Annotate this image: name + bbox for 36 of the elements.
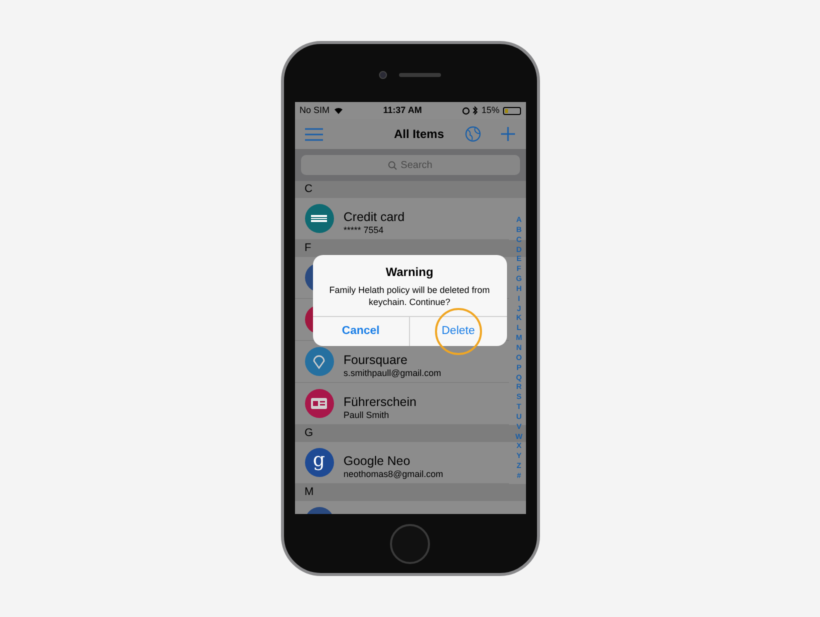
dialog-button[interactable]: Delete [434,308,482,355]
section-letter: M [304,485,314,500]
rotation-lock-icon [462,106,470,114]
wifi-icon [334,107,343,114]
dialog-message: Family Helath policy will be deleted from keychain. Continue? [328,284,490,308]
item-subtitle: s.smithpaull@gmail.com [344,368,442,378]
card-icon [311,214,327,222]
camera-icon [379,71,387,79]
item-subtitle: ***** 7554 [344,224,385,236]
search-field[interactable]: Search [300,155,520,175]
section-letter: G [304,426,314,442]
item-title: Credit card [344,210,405,224]
nav-title: All Items [394,126,444,143]
location-pin-icon [313,354,325,368]
menu-icon[interactable] [304,128,322,140]
id-card-icon [311,398,327,409]
item-title: Foursquare [344,352,408,368]
logo-letter: g [312,451,326,470]
battery-icon [502,106,520,114]
battery-percent: 15% [481,104,500,117]
item-title: Google Neo [344,454,412,468]
search-icon [388,160,397,170]
dialog-title: Warning [386,264,434,281]
section-letter: F [304,241,312,256]
speaker-grille [399,73,441,77]
home-button[interactable] [390,524,430,564]
add-icon[interactable] [501,127,516,141]
item-subtitle: Paull Smith [344,410,390,420]
item-title: Führerschein [344,394,416,410]
globe-icon[interactable] [465,126,482,142]
item-subtitle: neothomas8@gmail.com [344,468,444,480]
carrier-label: No SIM [300,104,330,117]
dialog-button[interactable]: Cancel [342,322,380,340]
section-letter: C [304,182,312,198]
status-time: 11:37 AM [383,104,422,117]
bluetooth-icon [473,106,478,115]
